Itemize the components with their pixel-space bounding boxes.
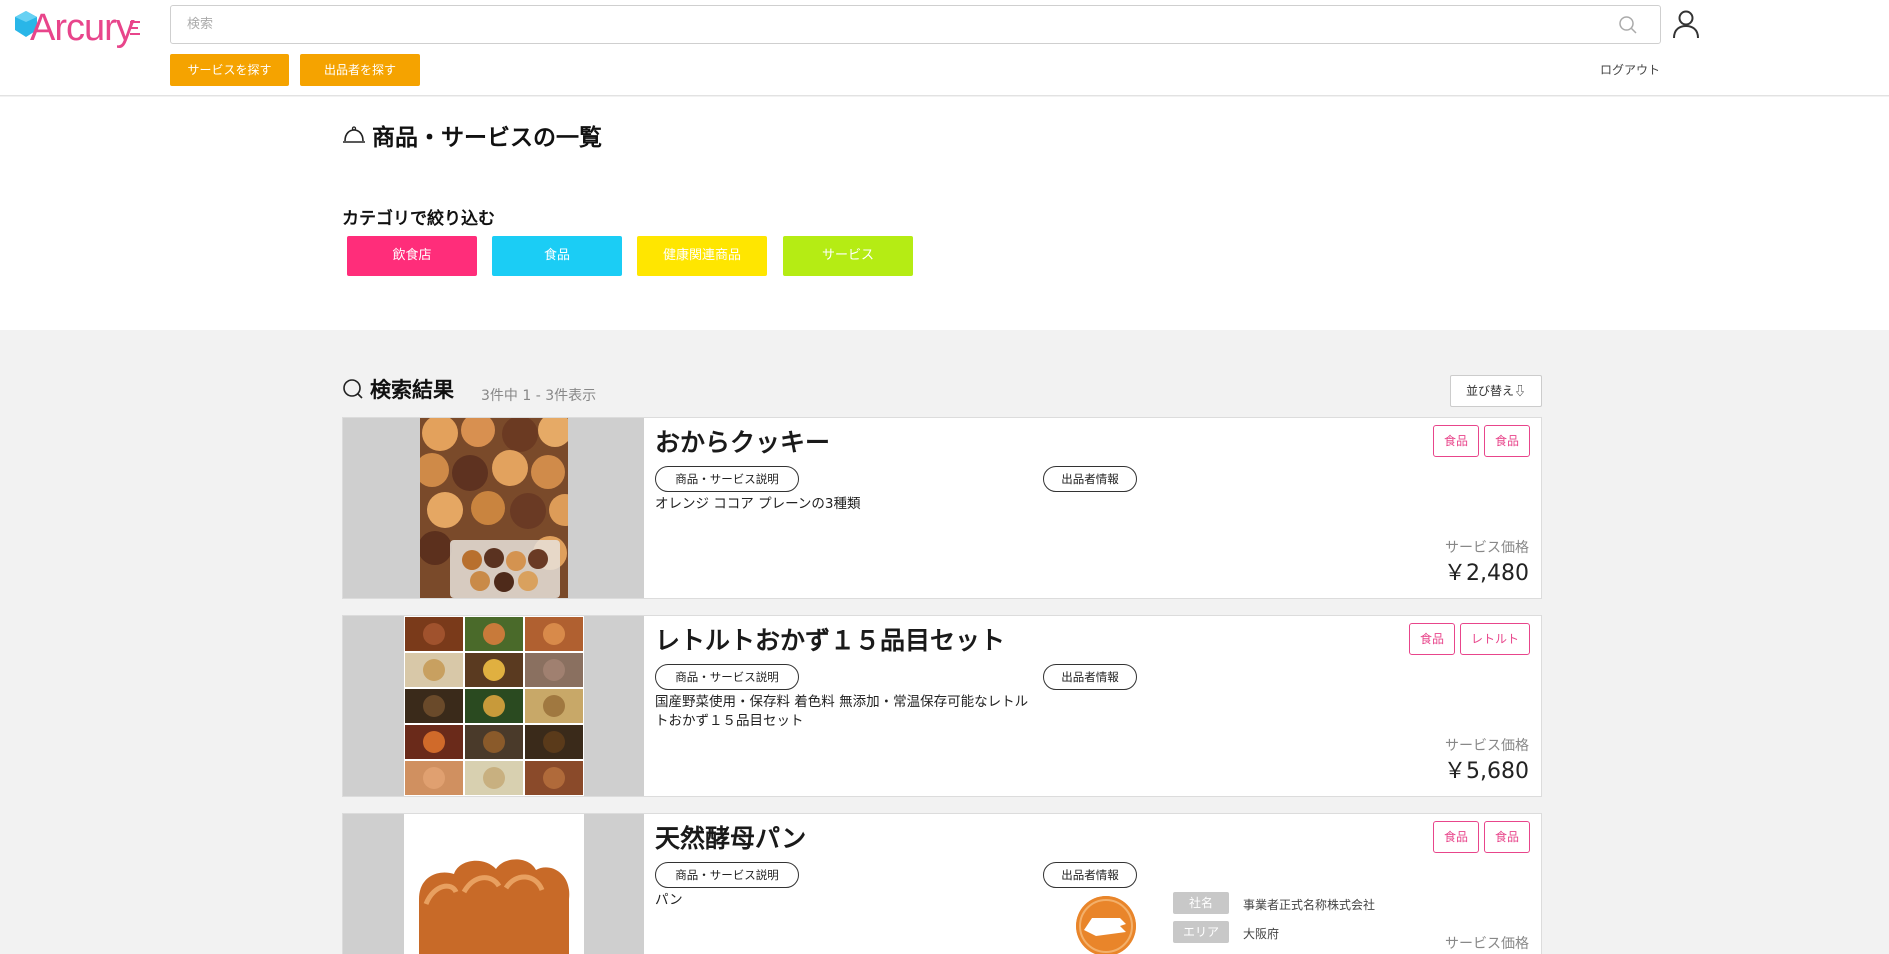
product-description: 国産野菜使用・保存料 着色料 無添加・常温保存可能なレトルトおかず１５品目セット <box>655 694 1029 729</box>
side-dishes-image <box>404 616 584 796</box>
bread-image <box>404 814 584 954</box>
product-card[interactable]: レトルトおかず１５品目セット 商品・サービス説明 出品者情報 国産野菜使用・保存… <box>342 615 1542 797</box>
product-title[interactable]: おからクッキー <box>655 423 830 459</box>
find-seller-button[interactable]: 出品者を探す <box>300 54 420 86</box>
user-account-icon[interactable] <box>1671 9 1701 39</box>
find-service-button[interactable]: サービスを探す <box>170 54 289 86</box>
company-label-badge: 社名 <box>1173 892 1229 914</box>
search-box <box>170 5 1661 44</box>
price-value: ￥5,680 <box>1444 759 1529 784</box>
page-title: 商品・サービスの一覧 <box>342 118 602 152</box>
results-title: 検索結果 <box>342 374 454 404</box>
category-service-button[interactable]: サービス <box>783 236 913 276</box>
seller-logo[interactable] <box>1076 896 1136 954</box>
category-health-button[interactable]: 健康関連商品 <box>637 236 767 276</box>
site-header: Arcury サービスを探す 出品者を探す ログアウト <box>0 0 1889 96</box>
sort-button[interactable]: 並び替え⇩ <box>1450 375 1542 407</box>
cloche-icon <box>343 126 365 143</box>
category-section <box>0 97 1889 330</box>
arcury-logo[interactable]: Arcury <box>14 6 140 49</box>
company-name: 事業者正式名称株式会社 <box>1243 898 1376 912</box>
tag-badge[interactable]: 食品 <box>1433 425 1479 457</box>
tag-badge[interactable]: 食品 <box>1484 425 1530 457</box>
product-description: パン <box>655 892 683 908</box>
area-name: 大阪府 <box>1243 927 1280 941</box>
logo-text: Arcury <box>30 7 135 49</box>
filter-label: カテゴリで絞り込む <box>342 209 495 229</box>
tag-badge[interactable]: 食品 <box>1409 623 1455 655</box>
product-description: オレンジ ココア プレーンの3種類 <box>655 496 861 512</box>
product-title[interactable]: レトルトおかず１５品目セット <box>655 621 1005 657</box>
tag-badge[interactable]: 食品 <box>1484 821 1530 853</box>
cookies-image <box>420 418 568 598</box>
search-icon[interactable] <box>1618 15 1638 35</box>
category-restaurant-button[interactable]: 飲食店 <box>347 236 477 276</box>
price-label: サービス価格 <box>1445 738 1529 754</box>
product-title[interactable]: 天然酵母パン <box>655 819 806 855</box>
product-image-side-dishes[interactable] <box>343 616 644 796</box>
description-pill: 商品・サービス説明 <box>655 664 799 690</box>
tag-badge[interactable]: レトルト <box>1460 623 1530 655</box>
results-title-text: 検索結果 <box>370 378 454 402</box>
results-count: 3件中 1 - 3件表示 <box>481 388 597 404</box>
description-pill: 商品・サービス説明 <box>655 862 799 888</box>
search-input[interactable] <box>171 6 1571 43</box>
seller-logo-icon <box>1076 896 1136 954</box>
price-label: サービス価格 <box>1445 540 1529 556</box>
area-label-badge: エリア <box>1173 921 1229 943</box>
tag-badge[interactable]: 食品 <box>1433 821 1479 853</box>
product-image-cookies[interactable] <box>343 418 644 598</box>
seller-info-pill: 出品者情報 <box>1043 664 1137 690</box>
page-title-text: 商品・サービスの一覧 <box>372 125 602 151</box>
logo-lines-icon <box>130 21 140 35</box>
seller-info-pill: 出品者情報 <box>1043 862 1137 888</box>
price-label: サービス価格 <box>1445 936 1529 952</box>
seller-info-pill: 出品者情報 <box>1043 466 1137 492</box>
category-food-button[interactable]: 食品 <box>492 236 622 276</box>
magnifier-icon <box>343 379 363 399</box>
product-card[interactable]: 天然酵母パン 商品・サービス説明 出品者情報 パン 社名 事業者正式名称株式会社… <box>342 813 1542 954</box>
price-value: ￥2,480 <box>1444 561 1529 586</box>
logout-link[interactable]: ログアウト <box>1600 61 1660 78</box>
product-card[interactable]: おからクッキー 商品・サービス説明 出品者情報 オレンジ ココア プレーンの3種… <box>342 417 1542 599</box>
product-image-bread[interactable] <box>343 814 644 954</box>
description-pill: 商品・サービス説明 <box>655 466 799 492</box>
